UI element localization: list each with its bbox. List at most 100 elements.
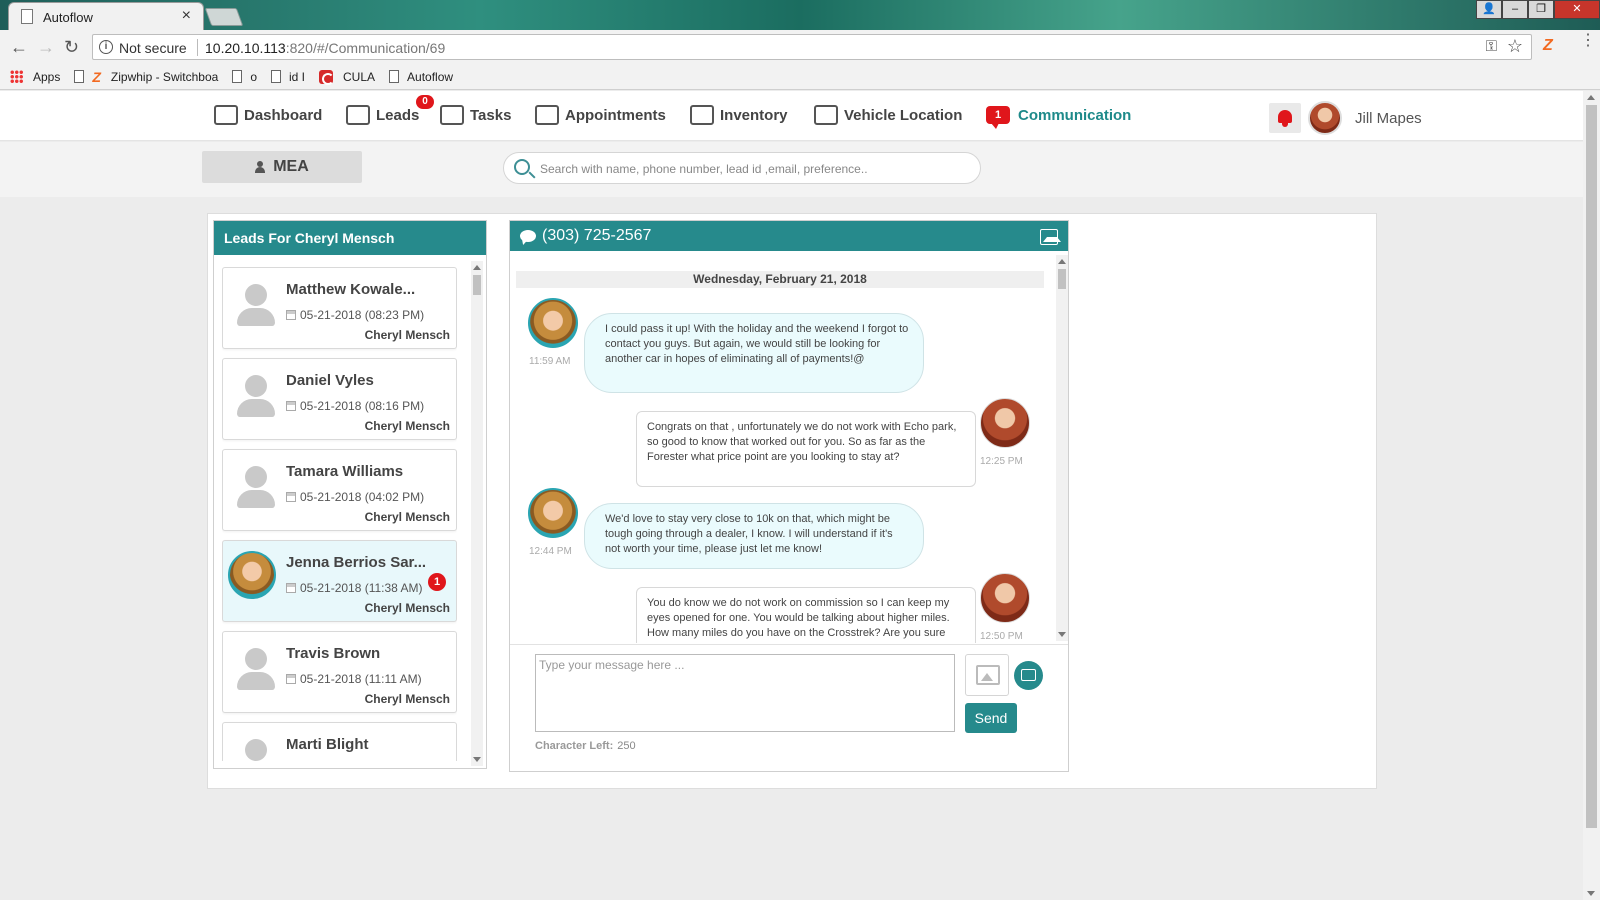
scroll-thumb[interactable] [1058, 269, 1066, 289]
person-placeholder-icon [233, 280, 279, 330]
cula-logo-icon [319, 69, 335, 85]
attach-image-button[interactable] [965, 654, 1009, 696]
search-input[interactable] [540, 159, 970, 179]
back-arrow-icon[interactable]: ← [10, 37, 28, 58]
lead-name: Travis Brown [286, 645, 381, 662]
info-icon[interactable]: i [99, 40, 113, 54]
scroll-down-icon[interactable] [473, 757, 481, 762]
media-gallery-icon[interactable] [1040, 229, 1061, 245]
user-avatar[interactable] [1308, 101, 1342, 135]
forward-arrow-icon[interactable]: → [37, 37, 55, 58]
chat-header: (303) 725-2567 [510, 221, 1068, 251]
bookmark-star-icon[interactable]: ☆ [1507, 36, 1523, 57]
chat-messages: Wednesday, February 21, 2018 11:59 AM I … [510, 251, 1056, 643]
page-icon [271, 70, 281, 83]
tasks-list-icon [440, 105, 464, 125]
lead-date: 05-21-2018 (08:23 PM) [286, 308, 424, 322]
url-text[interactable]: 10.20.10.113:820/#/Communication/69 [205, 40, 445, 56]
apps-grid-icon [10, 70, 23, 83]
lead-owner: Cheryl Mensch [364, 510, 450, 524]
lead-name: Daniel Vyles [286, 372, 374, 389]
browser-tab[interactable]: Autoflow × [8, 2, 204, 30]
map-pin-icon [814, 105, 838, 125]
lead-date-text: 05-21-2018 (04:02 PM) [300, 490, 425, 504]
message-input[interactable] [535, 654, 955, 732]
nav-communication[interactable]: 1 Communication [986, 101, 1131, 129]
lead-card-selected[interactable]: Jenna Berrios Sar... 05-21-2018 (11:38 A… [222, 540, 457, 622]
address-bar[interactable]: i Not secure 10.20.10.113:820/#/Communic… [92, 34, 1532, 60]
bookmark-label: id I [289, 69, 306, 84]
bookmark-id[interactable]: id I [271, 70, 305, 84]
search-icon [514, 159, 530, 175]
url-path: :820/#/Communication/69 [285, 40, 446, 56]
bookmark-zipwhip[interactable]: Z Zipwhip - Switchboa [74, 69, 218, 85]
lead-avatar [528, 488, 578, 538]
nav-tasks[interactable]: Tasks [440, 101, 511, 129]
calendar-icon [286, 674, 296, 684]
nav-label: Communication [1018, 106, 1132, 124]
lead-card[interactable]: Tamara Williams 05-21-2018 (04:02 PM) Ch… [222, 449, 457, 531]
key-icon[interactable]: ⚿ [1486, 38, 1497, 55]
reload-icon[interactable]: ↻ [64, 37, 79, 58]
nav-inventory[interactable]: Inventory [690, 101, 788, 129]
close-window-button[interactable]: ✕ [1554, 0, 1600, 19]
nav-leads[interactable]: Leads 0 [346, 95, 434, 129]
search-box[interactable] [503, 152, 981, 184]
message-time: 12:44 PM [529, 546, 572, 557]
page-scrollbar[interactable] [1583, 91, 1600, 900]
scroll-up-icon[interactable] [1587, 95, 1595, 100]
chat-scrollbar[interactable] [1056, 255, 1068, 641]
nav-appointments[interactable]: Appointments [535, 101, 666, 129]
user-name[interactable]: Jill Mapes [1355, 110, 1422, 127]
profile-icon[interactable]: 👤 [1476, 0, 1502, 19]
maximize-button[interactable]: ❐ [1528, 0, 1554, 19]
lead-card[interactable]: Daniel Vyles 05-21-2018 (08:16 PM) Chery… [222, 358, 457, 440]
scroll-down-icon[interactable] [1587, 891, 1595, 896]
mea-button[interactable]: MEA [202, 151, 362, 183]
lead-name: Matthew Kowale... [286, 281, 416, 298]
app-nav: Dashboard Leads 0 Tasks Appointments Inv… [0, 91, 1583, 141]
new-tab-button[interactable] [204, 8, 244, 26]
bookmark-o[interactable]: o [232, 70, 257, 84]
person-placeholder-icon [233, 462, 279, 512]
scroll-thumb[interactable] [473, 275, 481, 295]
bookmark-label: Apps [33, 69, 61, 84]
lead-card[interactable]: Matthew Kowale... 05-21-2018 (08:23 PM) … [222, 267, 457, 349]
close-tab-icon[interactable]: × [182, 7, 191, 25]
lead-date-text: 05-21-2018 (11:11 AM) [300, 672, 422, 686]
leads-panel-title: Leads For Cheryl Mensch [214, 221, 486, 255]
scroll-down-icon[interactable] [1058, 632, 1066, 637]
lead-owner: Cheryl Mensch [364, 328, 450, 342]
nav-label: Tasks [470, 106, 512, 124]
scroll-thumb[interactable] [1586, 105, 1597, 828]
person-placeholder-icon [233, 735, 279, 761]
image-gallery-button[interactable] [1014, 661, 1043, 690]
not-secure-label[interactable]: Not secure [119, 40, 187, 56]
calendar-icon [286, 583, 296, 593]
chat-bubble-icon: 1 [986, 106, 1010, 129]
scroll-up-icon[interactable] [473, 265, 481, 270]
bookmark-apps[interactable]: Apps [10, 70, 60, 84]
send-button[interactable]: Send [965, 703, 1017, 733]
nav-vehicle-location[interactable]: Vehicle Location [814, 101, 962, 129]
menu-dots-icon[interactable]: ⋮ [1580, 33, 1596, 49]
bookmark-label: Autoflow [407, 69, 454, 84]
message-time: 12:50 PM [980, 631, 1023, 642]
page-icon [232, 70, 243, 83]
leads-scrollbar[interactable] [471, 261, 483, 766]
nav-dashboard[interactable]: Dashboard [214, 101, 322, 129]
bookmark-autoflow[interactable]: Autoflow [389, 70, 453, 84]
lead-card[interactable]: Travis Brown 05-21-2018 (11:11 AM) Chery… [222, 631, 457, 713]
main-content: Leads For Cheryl Mensch Matthew Kowale..… [207, 213, 1377, 789]
scroll-up-icon[interactable] [1058, 259, 1066, 264]
window-controls: 👤 – ❐ ✕ [1476, 0, 1600, 20]
notifications-button[interactable] [1269, 103, 1301, 133]
zipwhip-extension-icon[interactable]: Z [1543, 37, 1559, 55]
person-placeholder-icon [233, 371, 279, 421]
bookmark-label: o [250, 69, 257, 84]
chat-phone: (303) 725-2567 [542, 227, 652, 244]
minimize-button[interactable]: – [1502, 0, 1528, 19]
chat-bubble-icon [520, 230, 536, 242]
lead-card[interactable]: Marti Blight [222, 722, 457, 761]
bookmark-cula[interactable]: CULA [319, 69, 375, 85]
